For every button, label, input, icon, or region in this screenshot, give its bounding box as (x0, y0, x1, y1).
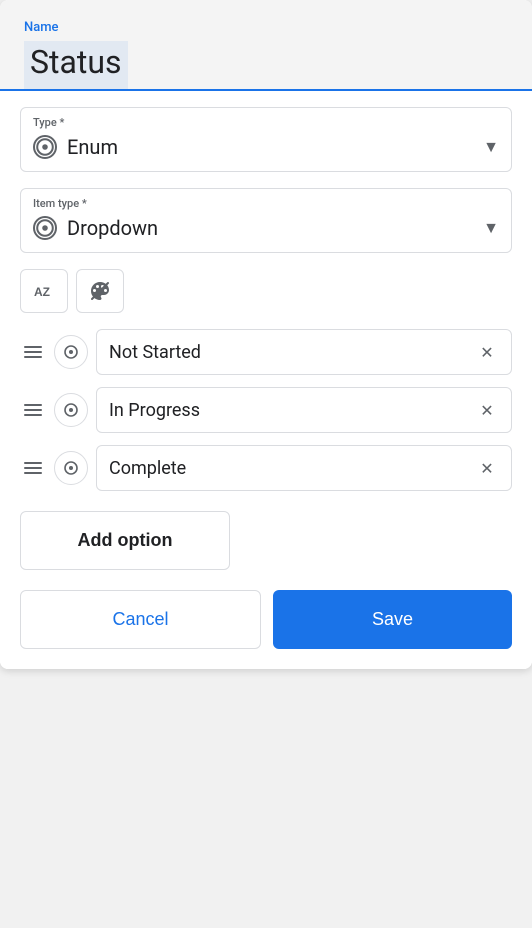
drag-handle[interactable] (20, 342, 46, 362)
item-type-dropdown-arrow: ▼ (483, 218, 499, 238)
az-sort-button[interactable]: AZ (20, 269, 68, 313)
save-button[interactable]: Save (273, 590, 512, 649)
option-input-wrap[interactable]: In Progress ✕ (96, 387, 512, 433)
enum-icon (33, 135, 57, 159)
body: Type * Enum ▼ Item type * (0, 91, 532, 669)
option-remove-button[interactable]: ✕ (475, 340, 499, 364)
name-label: Name (24, 20, 508, 35)
item-type-field[interactable]: Item type * Dropdown ▼ (20, 188, 512, 253)
option-value: Complete (109, 458, 186, 479)
item-type-select[interactable]: Dropdown ▼ (33, 216, 499, 240)
type-select-left: Enum (33, 135, 118, 159)
type-field[interactable]: Type * Enum ▼ (20, 107, 512, 172)
option-color-button[interactable] (54, 451, 88, 485)
drag-handle[interactable] (20, 458, 46, 478)
option-value: Not Started (109, 342, 201, 363)
option-input-wrap[interactable]: Complete ✕ (96, 445, 512, 491)
item-type-value: Dropdown (67, 216, 158, 240)
bottom-actions: Cancel Save (20, 590, 512, 649)
type-label: Type * (33, 116, 499, 129)
option-color-button[interactable] (54, 393, 88, 427)
type-dropdown-arrow: ▼ (483, 137, 499, 157)
option-value: In Progress (109, 400, 200, 421)
svg-text:AZ: AZ (34, 285, 50, 299)
drag-handle[interactable] (20, 400, 46, 420)
dialog-container: Name Status Type * Enum ▼ (0, 0, 532, 669)
option-color-button[interactable] (54, 335, 88, 369)
item-type-label: Item type * (33, 197, 499, 210)
option-input-wrap[interactable]: Not Started ✕ (96, 329, 512, 375)
option-row: Complete ✕ (20, 445, 512, 491)
color-off-button[interactable] (76, 269, 124, 313)
item-type-icon (33, 216, 57, 240)
name-section: Name Status (0, 0, 532, 91)
type-select[interactable]: Enum ▼ (33, 135, 499, 159)
option-remove-button[interactable]: ✕ (475, 398, 499, 422)
item-type-select-left: Dropdown (33, 216, 158, 240)
options-list: Not Started ✕ In Progress ✕ (20, 329, 512, 491)
name-value[interactable]: Status (24, 41, 128, 89)
option-row: Not Started ✕ (20, 329, 512, 375)
toolbar: AZ (20, 269, 512, 313)
option-remove-button[interactable]: ✕ (475, 456, 499, 480)
add-option-button[interactable]: Add option (20, 511, 230, 570)
option-row: In Progress ✕ (20, 387, 512, 433)
type-value: Enum (67, 135, 118, 159)
cancel-button[interactable]: Cancel (20, 590, 261, 649)
